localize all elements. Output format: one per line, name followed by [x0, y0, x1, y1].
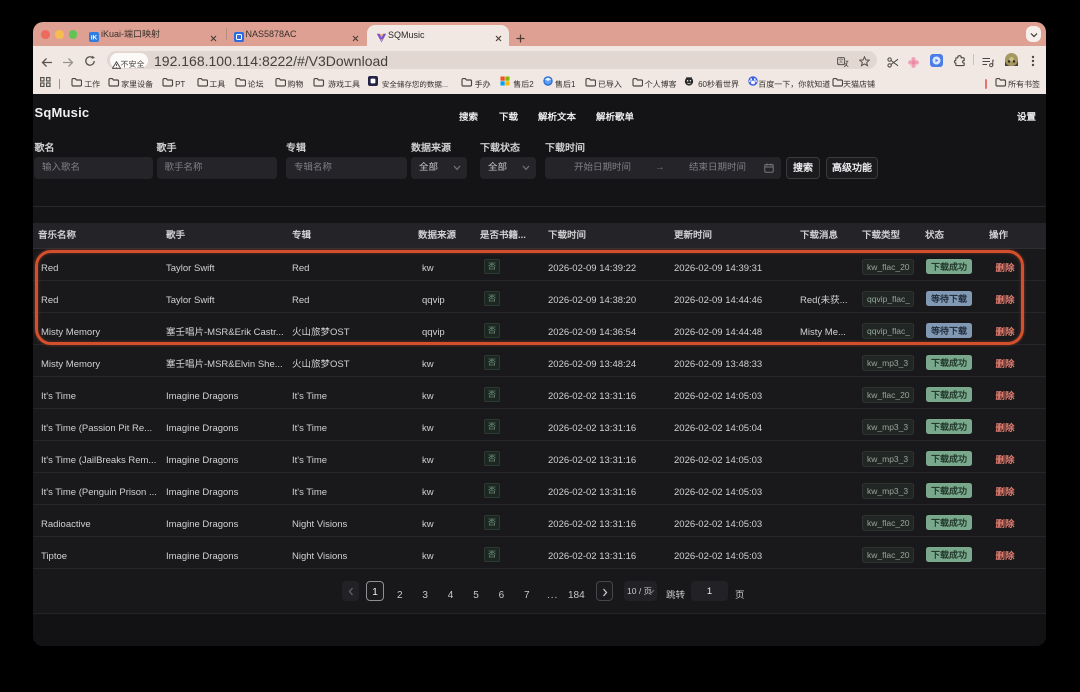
svg-text:文: 文 — [838, 57, 844, 65]
svg-text:iK: iK — [90, 35, 97, 42]
